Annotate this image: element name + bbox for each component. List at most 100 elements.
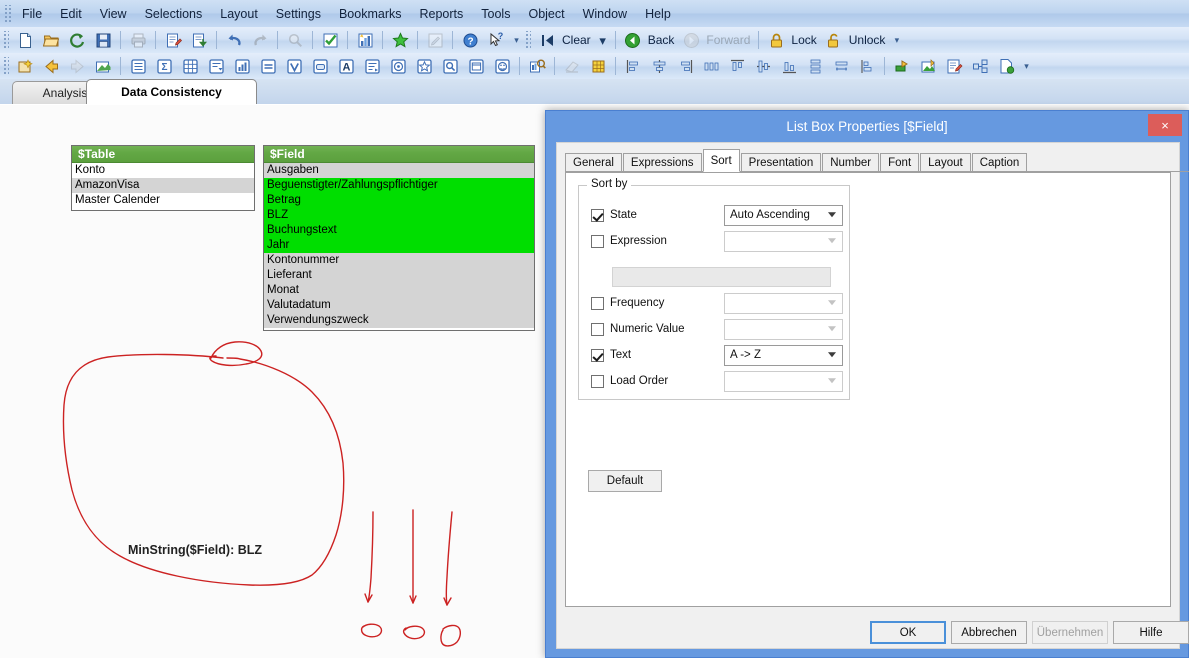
- lock-icon[interactable]: [764, 28, 788, 52]
- sort-load-order-dropdown[interactable]: [724, 370, 843, 392]
- navigation-toolbar-grip[interactable]: [525, 31, 531, 49]
- chart-wizard-icon[interactable]: [353, 28, 377, 52]
- unlock-button[interactable]: Unlock: [847, 33, 890, 47]
- sort-frequency-checkbox[interactable]: [591, 296, 604, 310]
- button-icon[interactable]: [308, 54, 332, 78]
- new-sheet-icon[interactable]: [13, 54, 37, 78]
- menu-reports[interactable]: Reports: [411, 4, 473, 24]
- grid-icon[interactable]: [586, 54, 610, 78]
- search-icon[interactable]: [283, 28, 307, 52]
- forward-icon[interactable]: [679, 28, 703, 52]
- redo-icon[interactable]: [248, 28, 272, 52]
- tab-number[interactable]: Number: [822, 153, 880, 172]
- tab-font[interactable]: Font: [880, 153, 920, 172]
- list-item[interactable]: AmazonVisa: [72, 178, 254, 193]
- load-data-icon[interactable]: [187, 28, 211, 52]
- print-icon[interactable]: [126, 28, 150, 52]
- reload-icon[interactable]: [65, 28, 89, 52]
- multi-box-icon[interactable]: [204, 54, 228, 78]
- menu-edit[interactable]: Edit: [51, 4, 91, 24]
- text-object-icon[interactable]: A: [334, 54, 358, 78]
- menu-grip[interactable]: [3, 4, 11, 23]
- input-box-icon[interactable]: [256, 54, 280, 78]
- design-toolbar-overflow-button[interactable]: ▾: [1021, 55, 1032, 77]
- list-item[interactable]: Verwendungszweck: [264, 313, 534, 328]
- align-middle-icon[interactable]: [751, 54, 775, 78]
- default-button[interactable]: Default: [588, 470, 662, 492]
- space-equal-icon[interactable]: [829, 54, 853, 78]
- align-left-icon[interactable]: [621, 54, 645, 78]
- list-box-icon[interactable]: [126, 54, 150, 78]
- sheet-tab-data-consistency[interactable]: Data Consistency: [86, 79, 257, 104]
- menu-layout[interactable]: Layout: [211, 4, 267, 24]
- select-icon[interactable]: [318, 28, 342, 52]
- favorite-icon[interactable]: [388, 28, 412, 52]
- current-selections-icon[interactable]: [282, 54, 306, 78]
- list-item[interactable]: Master Calender: [72, 193, 254, 208]
- tab-layout[interactable]: Layout: [920, 153, 971, 172]
- tab-sort[interactable]: Sort: [702, 149, 740, 172]
- sort-expression-dropdown[interactable]: [724, 230, 843, 252]
- sort-expression-checkbox[interactable]: [591, 234, 604, 248]
- object-properties-icon[interactable]: [525, 54, 549, 78]
- menu-view[interactable]: View: [91, 4, 136, 24]
- clear-dropdown-arrow-icon[interactable]: ▾: [596, 28, 610, 52]
- listbox-table[interactable]: $Table Konto AmazonVisa Master Calender: [71, 145, 255, 211]
- ok-button[interactable]: OK: [870, 621, 946, 644]
- new-document-icon[interactable]: [13, 28, 37, 52]
- slider-calendar-icon[interactable]: [386, 54, 410, 78]
- list-item[interactable]: BLZ: [264, 208, 534, 223]
- sheet-properties-icon[interactable]: [91, 54, 115, 78]
- list-item[interactable]: Beguenstigter/Zahlungspflichtiger: [264, 178, 534, 193]
- back-icon[interactable]: [621, 28, 645, 52]
- edit-module-icon[interactable]: [423, 28, 447, 52]
- cancel-button[interactable]: Abbrechen: [951, 621, 1027, 644]
- undo-icon[interactable]: [222, 28, 246, 52]
- menu-object[interactable]: Object: [519, 4, 573, 24]
- menu-file[interactable]: File: [13, 4, 51, 24]
- sort-text-checkbox[interactable]: [591, 348, 604, 362]
- list-item[interactable]: Betrag: [264, 193, 534, 208]
- forward-button[interactable]: Forward: [704, 33, 754, 47]
- distribute-h-icon[interactable]: [699, 54, 723, 78]
- design-toolbar-grip[interactable]: [3, 57, 9, 75]
- export-icon[interactable]: [890, 54, 914, 78]
- back-button[interactable]: Back: [646, 33, 679, 47]
- save-icon[interactable]: [91, 28, 115, 52]
- sort-numeric-value-checkbox[interactable]: [591, 322, 604, 336]
- open-folder-icon[interactable]: [39, 28, 63, 52]
- container-icon[interactable]: [464, 54, 488, 78]
- list-item[interactable]: Lieferant: [264, 268, 534, 283]
- eraser-icon[interactable]: [560, 54, 584, 78]
- layout-icon[interactable]: [968, 54, 992, 78]
- align-bottom-icon[interactable]: [777, 54, 801, 78]
- align-right-icon[interactable]: [673, 54, 697, 78]
- search-object-icon[interactable]: [438, 54, 462, 78]
- lock-button[interactable]: Lock: [789, 33, 820, 47]
- next-sheet-icon[interactable]: [65, 54, 89, 78]
- toolbar-overflow-button[interactable]: ▾: [511, 29, 522, 51]
- menu-bookmarks[interactable]: Bookmarks: [330, 4, 411, 24]
- menu-tools[interactable]: Tools: [472, 4, 519, 24]
- tab-presentation[interactable]: Presentation: [740, 153, 822, 172]
- tab-caption[interactable]: Caption: [971, 153, 1028, 172]
- help-icon[interactable]: ?: [458, 28, 482, 52]
- send-to-excel-icon[interactable]: [916, 54, 940, 78]
- add-sheet-icon[interactable]: [994, 54, 1018, 78]
- list-item[interactable]: Valutadatum: [264, 298, 534, 313]
- list-item[interactable]: Jahr: [264, 238, 534, 253]
- context-help-icon[interactable]: ?: [484, 28, 508, 52]
- sort-frequency-dropdown[interactable]: [724, 292, 843, 314]
- list-item[interactable]: Konto: [72, 163, 254, 178]
- bookmark-object-icon[interactable]: [412, 54, 436, 78]
- menu-selections[interactable]: Selections: [136, 4, 212, 24]
- sort-text-dropdown[interactable]: A -> Z: [724, 344, 843, 366]
- navigation-toolbar-overflow-button[interactable]: ▾: [891, 29, 902, 51]
- tab-expressions[interactable]: Expressions: [622, 153, 702, 172]
- align-top-icon[interactable]: [725, 54, 749, 78]
- close-icon[interactable]: ×: [1148, 114, 1182, 136]
- edit-script-icon[interactable]: [161, 28, 185, 52]
- table-box-icon[interactable]: [178, 54, 202, 78]
- statistics-box-icon[interactable]: Σ: [152, 54, 176, 78]
- list-item[interactable]: Ausgaben: [264, 163, 534, 178]
